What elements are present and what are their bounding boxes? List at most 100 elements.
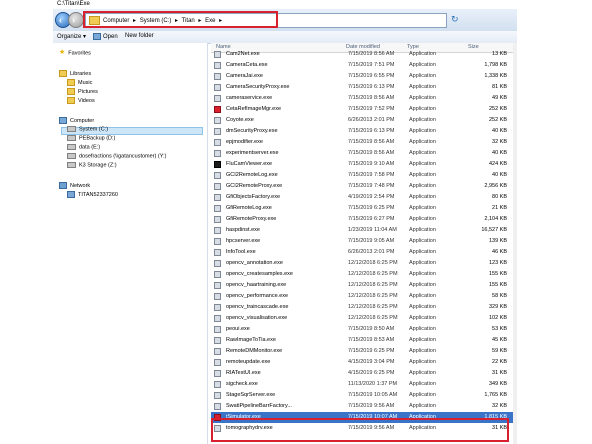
application-icon — [214, 359, 221, 366]
table-row[interactable]: RawImageToTia.exe 7/15/2019 8:53 AM Applic… — [211, 335, 517, 346]
pictures-icon — [67, 88, 75, 95]
file-date: 7/15/2019 6:55 PM — [348, 73, 395, 79]
file-date: 7/15/2019 6:25 PM — [348, 205, 395, 211]
table-row[interactable]: FluCamViewer.exe 7/15/2019 9:10 AM Applica… — [211, 159, 517, 170]
table-row[interactable]: GCI2RemoteProxy.exe 7/15/2019 7:48 PM Appl… — [211, 181, 517, 192]
file-name: cameraservice.exe — [226, 95, 273, 101]
forward-button[interactable]: › — [68, 12, 84, 28]
nav-network[interactable]: Network — [59, 182, 90, 190]
file-type: Application — [409, 315, 436, 321]
nav-library-music[interactable]: Music — [67, 79, 92, 87]
file-date: 7/15/2019 8:56 AM — [348, 51, 395, 57]
table-row[interactable]: sigcheck.exe 11/13/2020 1:37 PM Applicatio… — [211, 379, 517, 390]
table-row[interactable]: InfoTool.exe 6/26/2013 2:01 PM Application… — [211, 247, 517, 258]
file-name: opencv_createsamples.exe — [226, 271, 293, 277]
table-row[interactable]: Coyote.exe 6/26/2013 2:01 PM Application 25… — [211, 115, 517, 126]
table-row[interactable]: opencv_traincascade.exe 12/12/2018 6:25 P… — [211, 302, 517, 313]
table-row[interactable]: dmSecurityProxy.exe 7/15/2019 6:13 PM Appl… — [211, 126, 517, 137]
table-row[interactable]: opencv_haartraining.exe 12/12/2018 6:25 P… — [211, 280, 517, 291]
table-row[interactable]: RemoteDMMonitor.exe 7/15/2019 6:25 PM Appl… — [211, 346, 517, 357]
table-row[interactable]: GfiRemoteProxy.exe 7/15/2019 6:27 PM Appli… — [211, 214, 517, 225]
table-row[interactable]: RIATestUI.exe 4/15/2019 6:25 PM Applicatio… — [211, 368, 517, 379]
file-name: opencv_haartraining.exe — [226, 282, 287, 288]
file-size: 2,104 KB — [484, 216, 507, 222]
table-row[interactable]: opencv_performance.exe 12/12/2018 6:25 PM… — [211, 291, 517, 302]
table-row[interactable]: Cam2Net.exe 7/15/2019 8:56 AM Application 1… — [211, 49, 517, 60]
new-folder-button[interactable]: New folder — [125, 33, 154, 39]
file-type: Application — [409, 392, 436, 398]
file-date: 7/15/2019 8:53 AM — [348, 337, 395, 343]
table-row[interactable]: epjmodifier.exe 7/15/2019 8:56 AM Applicat… — [211, 137, 517, 148]
file-type: Application — [409, 194, 436, 200]
table-row[interactable]: opencv_createsamples.exe 12/12/2018 6:25 … — [211, 269, 517, 280]
refresh-icon[interactable]: ↻ — [451, 14, 461, 24]
music-icon — [67, 79, 75, 86]
table-row[interactable]: experimentserver.exe 7/15/2019 8:56 AM App… — [211, 148, 517, 159]
nav-libraries[interactable]: Libraries — [59, 70, 91, 78]
nav-drive-z[interactable]: K3 Storage (Z:) — [67, 162, 117, 170]
nav-drive-c[interactable]: System (C:) — [67, 126, 108, 134]
nav-label: PEBackup (D:) — [79, 135, 116, 142]
file-type: Application — [409, 139, 436, 145]
file-size: 22 KB — [492, 359, 507, 365]
drive-icon — [67, 135, 76, 141]
table-row[interactable]: haspdinst.exe 1/23/2019 11:04 AM Applicati… — [211, 225, 517, 236]
nav-favorites-label: Favorites — [68, 50, 91, 57]
table-row[interactable]: CameraSecurityProxy.exe 7/15/2019 6:13 PM… — [211, 82, 517, 93]
file-type: Application — [409, 73, 436, 79]
table-row[interactable]: cameraservice.exe 7/15/2019 8:56 AM Applic… — [211, 93, 517, 104]
file-name: CameraJai.exe — [226, 73, 263, 79]
file-date: 12/12/2018 6:25 PM — [348, 315, 398, 321]
file-size: 16,527 KB — [481, 227, 507, 233]
file-name: dmSecurityProxy.exe — [226, 128, 278, 134]
table-row[interactable]: SwatiPipelineBarrFactory... 7/15/2019 9:5… — [211, 401, 517, 412]
application-icon — [214, 62, 221, 69]
table-row[interactable]: peoui.exe 7/15/2019 8:50 AM Application 53 … — [211, 324, 517, 335]
file-size: 1,338 KB — [484, 73, 507, 79]
nav-drive-y[interactable]: dosefractions (\\gatancustomer) (Y:) — [67, 153, 166, 161]
table-row[interactable]: remoteupdate.exe 4/15/2019 3:04 PM Applica… — [211, 357, 517, 368]
nav-host[interactable]: TITAN52337260 — [67, 191, 118, 199]
file-size: 32 KB — [492, 403, 507, 409]
selected-row-highlight-box — [211, 418, 509, 442]
table-row[interactable]: CetaRefImageMgr.exe 7/15/2019 7:52 PM Appl… — [211, 104, 517, 115]
table-row[interactable]: hpcserver.exe 7/15/2019 9:05 AM Applicatio… — [211, 236, 517, 247]
application-icon — [214, 403, 221, 410]
open-button[interactable]: Open — [93, 33, 118, 40]
nav-drive-e[interactable]: data (E:) — [67, 144, 100, 152]
table-row[interactable]: GfiObjectsFactory.exe 4/19/2019 2:54 PM Ap… — [211, 192, 517, 203]
file-name: opencv_annotation.exe — [226, 260, 283, 266]
file-type: Application — [409, 117, 436, 123]
file-name: SwatiPipelineBarrFactory... — [226, 403, 292, 409]
file-type: Application — [409, 128, 436, 134]
table-row[interactable]: opencv_visualisation.exe 12/12/2018 6:25 … — [211, 313, 517, 324]
application-icon — [214, 249, 221, 256]
nav-favorites[interactable]: ★ Favorites — [59, 49, 91, 58]
file-date: 1/23/2019 11:04 AM — [348, 227, 397, 233]
window-title: C:\Titan\Exe — [57, 1, 90, 7]
file-type: Application — [409, 381, 436, 387]
table-row[interactable]: opencv_annotation.exe 12/12/2018 6:25 PM A… — [211, 258, 517, 269]
file-size: 155 KB — [488, 282, 507, 288]
nav-computer[interactable]: Computer — [59, 117, 94, 125]
table-row[interactable]: CameraJai.exe 7/15/2019 6:55 PM Applicatio… — [211, 71, 517, 82]
file-type: Application — [409, 326, 436, 332]
nav-library-videos[interactable]: Videos — [67, 97, 95, 105]
table-row[interactable]: GfiRemoteLog.exe 7/15/2019 6:25 PM Applica… — [211, 203, 517, 214]
application-icon — [214, 337, 221, 344]
file-name: Coyote.exe — [226, 117, 254, 123]
scrollbar[interactable] — [513, 43, 517, 444]
nav-library-pictures[interactable]: Pictures — [67, 88, 98, 96]
table-row[interactable]: CameraCeta.exe 7/15/2019 7:51 PM Applicati… — [211, 60, 517, 71]
table-row[interactable]: GCI2RemoteLog.exe 7/15/2019 7:58 PM Applic… — [211, 170, 517, 181]
application-icon — [214, 117, 221, 124]
organize-button[interactable]: Organize ▾ — [57, 33, 86, 40]
application-icon — [214, 205, 221, 212]
application-icon — [214, 183, 221, 190]
file-name: CameraSecurityProxy.exe — [226, 84, 290, 90]
table-row[interactable]: StageSqrServer.exe 7/15/2019 10:05 AM Appl… — [211, 390, 517, 401]
nav-drive-d[interactable]: PEBackup (D:) — [67, 135, 115, 143]
file-name: RawImageToTia.exe — [226, 337, 276, 343]
file-type: Application — [409, 172, 436, 178]
file-type: Application — [409, 183, 436, 189]
